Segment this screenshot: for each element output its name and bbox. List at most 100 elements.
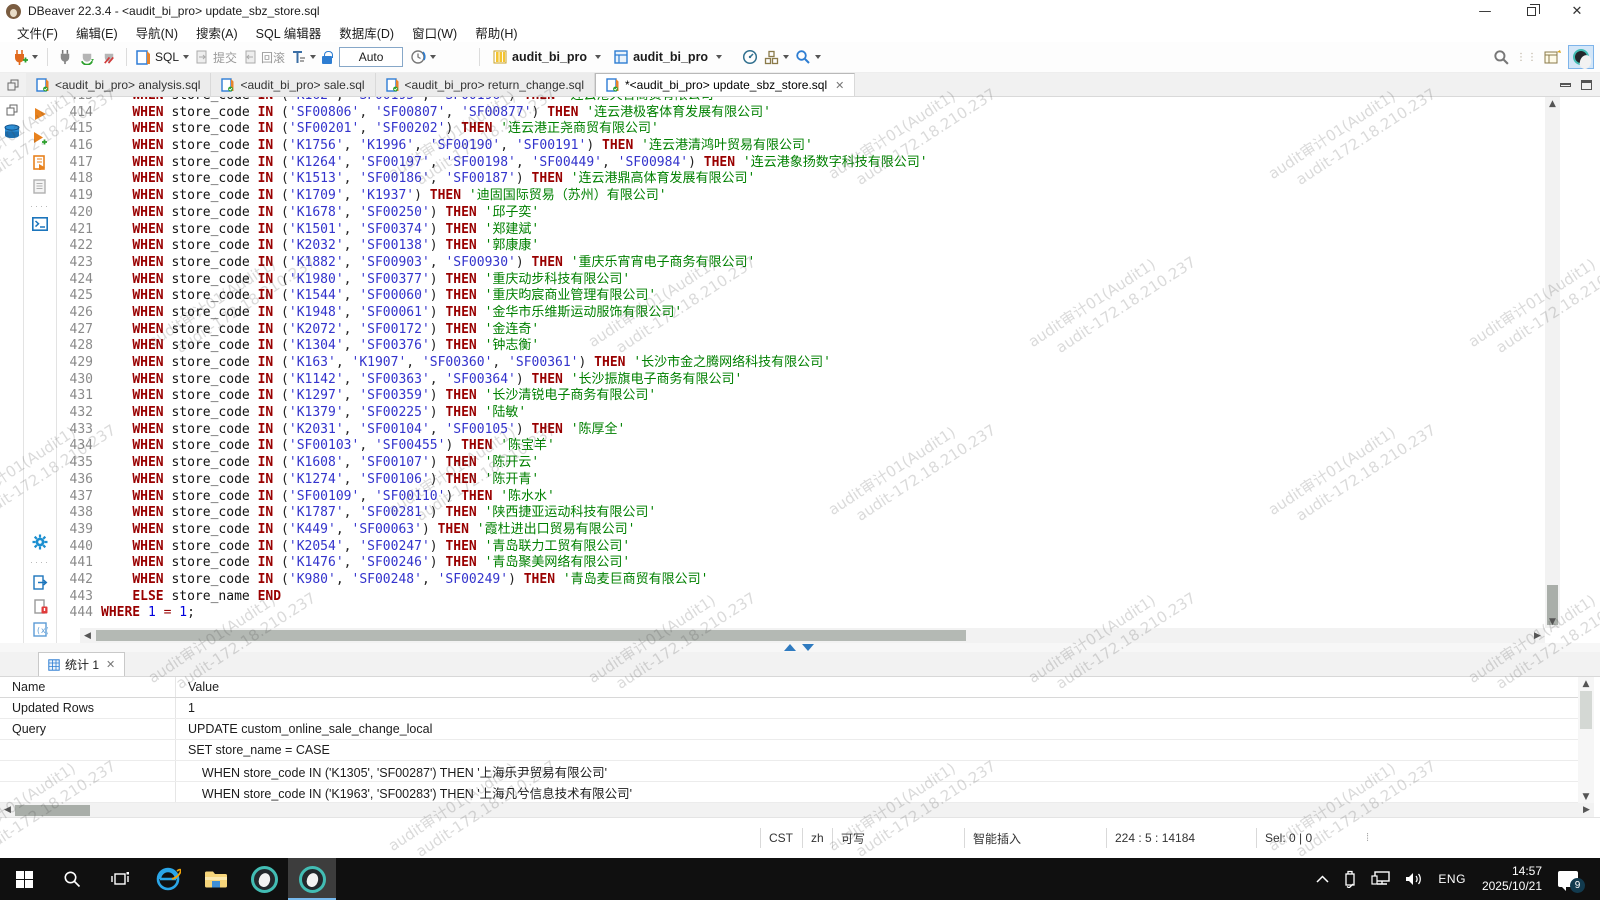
commit-button[interactable]: 提交: [195, 49, 237, 66]
restore-button[interactable]: [1508, 0, 1554, 22]
results-vscroll-thumb[interactable]: [1580, 691, 1592, 729]
results-horizontal-scrollbar[interactable]: ◀ ▶: [0, 803, 1594, 817]
dbeaver-taskbar-button-active[interactable]: [288, 858, 336, 900]
database-selector[interactable]: audit_bi_pro: [492, 49, 601, 65]
language-indicator[interactable]: ENG: [1431, 858, 1473, 900]
file-explorer-button[interactable]: [192, 858, 240, 900]
close-button[interactable]: ✕: [1554, 0, 1600, 22]
menu-item-4[interactable]: SQL 编辑器: [247, 23, 331, 42]
export-result-button[interactable]: [31, 573, 49, 591]
line-number: 420: [57, 205, 93, 222]
editor-tab-3[interactable]: *<audit_bi_pro> update_sbz_store.sql✕: [595, 73, 855, 96]
results-vertical-scrollbar[interactable]: ▲ ▼: [1578, 677, 1594, 803]
commit-mode-select[interactable]: Auto: [339, 47, 403, 67]
editor-tab-1[interactable]: <audit_bi_pro> sale.sql: [211, 73, 375, 96]
editor-tab-2[interactable]: <audit_bi_pro> return_change.sql: [376, 73, 595, 96]
results-grid[interactable]: NameValueUpdated Rows1QueryUPDATE custom…: [0, 677, 1578, 803]
code-line: 435 WHEN store_code IN ('K1608', 'SF0010…: [57, 455, 928, 472]
restore-view-button[interactable]: [0, 73, 26, 96]
table-row[interactable]: SET store_name = CASE: [0, 740, 1578, 761]
taskbar-search-button[interactable]: [48, 858, 96, 900]
menu-item-2[interactable]: 导航(N): [127, 23, 187, 42]
reconnect-button[interactable]: [79, 49, 95, 65]
volume-button[interactable]: [1398, 858, 1431, 900]
execute-statement-button[interactable]: [31, 105, 49, 123]
scroll-left-arrow[interactable]: ◀: [80, 629, 95, 642]
restore-panel-button[interactable]: [3, 101, 21, 119]
table-row[interactable]: WHEN store_code IN ('K1963', 'SF00283') …: [0, 782, 1578, 803]
minimize-button[interactable]: —: [1462, 0, 1508, 22]
dashboard-button[interactable]: [742, 49, 758, 65]
code-text: ELSE store_name END: [93, 589, 281, 606]
table-row[interactable]: Updated Rows1: [0, 698, 1578, 719]
menu-item-1[interactable]: 编辑(E): [67, 23, 127, 42]
script-disabled-button[interactable]: [31, 177, 49, 195]
execute-script-button[interactable]: [31, 153, 49, 171]
transaction-log-button[interactable]: [291, 50, 316, 65]
network-button[interactable]: [1364, 858, 1398, 900]
menu-item-0[interactable]: 文件(F): [8, 23, 67, 42]
database-navigator-button[interactable]: [3, 123, 21, 141]
clock[interactable]: 14:57 2025/10/21: [1473, 858, 1551, 900]
close-tab-icon[interactable]: ✕: [106, 658, 115, 671]
dbeaver-taskbar-button[interactable]: [240, 858, 288, 900]
editor-hscroll-thumb[interactable]: [96, 630, 966, 641]
open-perspective-icon[interactable]: [1544, 49, 1562, 65]
editor-vertical-scrollbar[interactable]: ▲ ▼: [1545, 97, 1560, 628]
file-variables-button[interactable]: (x): [31, 620, 49, 638]
table-row[interactable]: QueryUPDATE custom_online_sale_change_lo…: [0, 719, 1578, 740]
scroll-up-arrow[interactable]: ▲: [1545, 97, 1560, 110]
commit-icon: [195, 50, 209, 64]
quick-access-search-icon[interactable]: [1493, 49, 1510, 66]
editor-tab-0[interactable]: <audit_bi_pro> analysis.sql: [26, 73, 211, 96]
action-center-button[interactable]: 9: [1551, 858, 1590, 900]
maximize-panel-icon[interactable]: [1581, 80, 1592, 90]
execute-new-tab-button[interactable]: [31, 129, 49, 147]
maximize-sash-arrow[interactable]: [784, 644, 796, 651]
menu-item-6[interactable]: 窗口(W): [403, 23, 466, 42]
editor-results-sash[interactable]: [0, 643, 1600, 652]
dbeaver-perspective-button[interactable]: [1568, 45, 1594, 69]
connect-button[interactable]: [57, 49, 73, 65]
search-button[interactable]: [795, 49, 821, 65]
scroll-up-arrow[interactable]: ▲: [1578, 677, 1594, 690]
scroll-right-arrow[interactable]: ▶: [1530, 629, 1545, 642]
sql-editor-button[interactable]: SQL: [136, 50, 189, 65]
scroll-right-arrow[interactable]: ▶: [1579, 803, 1594, 816]
menu-item-7[interactable]: 帮助(H): [466, 23, 526, 42]
start-button[interactable]: [0, 858, 48, 900]
cell-name: Updated Rows: [0, 701, 175, 715]
editor-settings-button[interactable]: [31, 533, 49, 551]
line-number: 423: [57, 255, 93, 272]
usb-device-button[interactable]: [1336, 858, 1364, 900]
new-connection-button[interactable]: [11, 49, 38, 66]
minimize-panel-icon[interactable]: [1560, 83, 1571, 87]
transaction-mode-button[interactable]: [410, 49, 436, 65]
tray-expand-button[interactable]: [1309, 858, 1336, 900]
compile-button[interactable]: [764, 50, 789, 65]
minimize-sash-arrow[interactable]: [802, 644, 814, 651]
results-hscroll-thumb[interactable]: [15, 805, 90, 816]
task-view-button[interactable]: [96, 858, 144, 900]
code-line: 433 WHEN store_code IN ('K2031', 'SF0010…: [57, 422, 928, 439]
file-warning-button[interactable]: [31, 597, 49, 615]
statistics-tab[interactable]: 统计 1 ✕: [38, 652, 125, 676]
status-bar-grip[interactable]: ⁞: [1366, 832, 1370, 844]
sql-editor[interactable]: 413 WHEN store_code IN ('K162', 'SF00195…: [57, 97, 1545, 628]
rollback-button[interactable]: 回滚: [243, 49, 285, 66]
scroll-left-arrow[interactable]: ◀: [0, 803, 15, 816]
menu-item-3[interactable]: 搜索(A): [187, 23, 247, 42]
menu-item-5[interactable]: 数据库(D): [330, 23, 403, 42]
close-tab-icon[interactable]: ✕: [835, 79, 844, 92]
disconnect-button[interactable]: [101, 49, 117, 65]
scroll-down-arrow[interactable]: ▼: [1578, 790, 1594, 803]
lock-button[interactable]: [322, 51, 332, 64]
schema-selector[interactable]: audit_bi_pro: [613, 49, 722, 65]
editor-horizontal-scrollbar[interactable]: ◀ ▶: [80, 628, 1545, 643]
line-number: 436: [57, 472, 93, 489]
clock-icon: [410, 49, 426, 65]
table-row[interactable]: WHEN store_code IN ('K1305', 'SF00287') …: [0, 761, 1578, 782]
scroll-down-arrow[interactable]: ▼: [1545, 615, 1560, 628]
internet-explorer-button[interactable]: [144, 858, 192, 900]
open-terminal-button[interactable]: [31, 215, 49, 233]
